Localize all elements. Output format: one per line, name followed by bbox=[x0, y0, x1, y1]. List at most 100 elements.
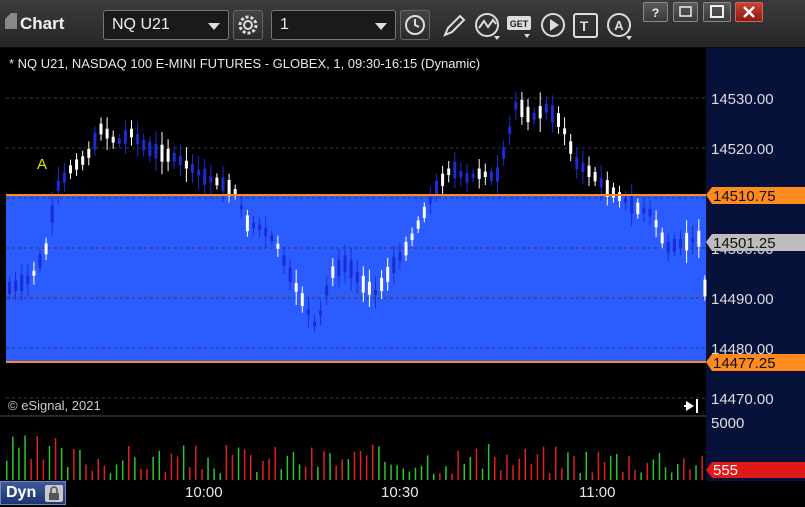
volume-bar bbox=[542, 446, 545, 480]
candle-body bbox=[111, 136, 115, 143]
volume-bar bbox=[439, 473, 441, 480]
candle-body bbox=[50, 205, 54, 223]
volume-bar bbox=[304, 466, 307, 480]
candle-body bbox=[184, 160, 188, 169]
volume-bar bbox=[256, 472, 258, 480]
candle-body bbox=[453, 161, 457, 179]
volume-bar bbox=[494, 456, 496, 480]
volume-bar bbox=[12, 436, 14, 480]
volume-bar bbox=[317, 466, 319, 480]
volume-bar bbox=[634, 469, 636, 480]
volume-bar bbox=[646, 463, 648, 480]
interval-combo[interactable]: 1 bbox=[271, 10, 396, 40]
price-chart[interactable]: 14530.0014520.0014510.0014500.0014490.00… bbox=[0, 48, 805, 481]
volume-bar bbox=[121, 460, 124, 480]
toolbar: Chart NQ U21 1 GET T A ? bbox=[0, 0, 805, 48]
volume-bar bbox=[73, 448, 75, 480]
volume-bar bbox=[48, 446, 51, 480]
chevron-down-icon[interactable] bbox=[208, 23, 220, 30]
candle-body bbox=[355, 271, 359, 283]
candle-body bbox=[471, 173, 475, 178]
volume-bar bbox=[561, 468, 563, 480]
candle-body bbox=[325, 285, 329, 296]
candle-body bbox=[508, 126, 512, 134]
symbol-combo[interactable]: NQ U21 bbox=[103, 10, 229, 40]
settings-button[interactable] bbox=[233, 10, 263, 40]
candle-body bbox=[197, 170, 201, 176]
volume-bar bbox=[134, 457, 136, 480]
time-label-1030: 10:30 bbox=[381, 484, 419, 501]
interval-value: 1 bbox=[280, 16, 289, 33]
scroll-to-end-icon[interactable] bbox=[684, 399, 698, 413]
volume-bar bbox=[408, 471, 411, 480]
candle-body bbox=[8, 282, 11, 294]
candle-body bbox=[32, 270, 36, 276]
svg-text:?: ? bbox=[652, 6, 659, 20]
text-tool-icon[interactable]: T bbox=[572, 12, 600, 40]
volume-bar bbox=[164, 471, 167, 480]
close-button[interactable] bbox=[735, 2, 763, 22]
volume-flag[interactable]: 555 bbox=[706, 462, 805, 479]
volume-bar bbox=[115, 464, 118, 480]
alert-marker-label[interactable]: A bbox=[37, 156, 47, 173]
candle-body bbox=[441, 173, 445, 187]
candle-body bbox=[398, 252, 402, 262]
maximize-button[interactable] bbox=[703, 2, 731, 22]
volume-bar bbox=[475, 448, 478, 480]
pencil-draw-icon[interactable] bbox=[440, 12, 468, 40]
candle-body bbox=[93, 132, 97, 150]
lower-flag-text: 14477.25 bbox=[713, 355, 776, 372]
candle-body bbox=[526, 106, 530, 123]
dynamic-mode-button[interactable]: Dyn bbox=[0, 481, 66, 505]
candle-body bbox=[611, 187, 615, 198]
restore-button[interactable] bbox=[673, 2, 698, 22]
candle-body bbox=[374, 289, 377, 295]
lock-shape bbox=[49, 486, 59, 500]
candle-body bbox=[62, 172, 66, 183]
volume-bar bbox=[384, 461, 386, 480]
chart-area[interactable]: 14530.0014520.0014510.0014500.0014490.00… bbox=[0, 48, 805, 481]
candle-body bbox=[691, 238, 695, 243]
volume-bar bbox=[140, 468, 142, 480]
chart-header: * NQ U21, NASDAQ 100 E-MINI FUTURES - GL… bbox=[9, 56, 481, 71]
help-button[interactable]: ? bbox=[643, 2, 668, 22]
current-price-flag[interactable]: 14501.25 bbox=[706, 234, 805, 252]
volume-bar bbox=[500, 470, 502, 480]
window-title: Chart bbox=[20, 14, 65, 33]
volume-bar bbox=[536, 454, 539, 480]
candle-body bbox=[203, 168, 207, 185]
candle-body bbox=[630, 195, 634, 214]
volume-bar bbox=[677, 464, 679, 480]
get-data-icon[interactable]: GET bbox=[506, 12, 534, 40]
time-button[interactable] bbox=[400, 10, 430, 40]
candle-body bbox=[258, 224, 262, 230]
replay-play-icon[interactable] bbox=[540, 12, 568, 40]
volume-bar bbox=[146, 468, 148, 480]
volume-bar bbox=[585, 452, 587, 480]
volume-bar bbox=[658, 453, 661, 480]
candle-body bbox=[703, 279, 707, 297]
lower-level-flag[interactable]: 14477.25 bbox=[706, 354, 805, 372]
chevron-down-icon[interactable] bbox=[375, 23, 387, 30]
candle-body bbox=[313, 321, 316, 327]
alert-triangle-icon[interactable]: A bbox=[606, 12, 634, 40]
lock-icon[interactable] bbox=[45, 485, 63, 502]
volume-bars bbox=[6, 435, 703, 480]
volume-bar bbox=[555, 446, 557, 480]
clock-icon bbox=[405, 15, 425, 35]
volume-bar bbox=[280, 469, 282, 480]
study-wave-icon[interactable] bbox=[474, 12, 502, 40]
volume-bar bbox=[609, 455, 612, 480]
candle-body bbox=[685, 232, 689, 251]
upper-level-flag[interactable]: 14510.75 bbox=[706, 187, 805, 205]
candle-body bbox=[87, 148, 91, 158]
volume-bar bbox=[689, 469, 691, 480]
candle-body bbox=[38, 254, 42, 268]
volume-bar bbox=[487, 444, 490, 480]
svg-text:GET: GET bbox=[510, 19, 529, 29]
volume-bar bbox=[292, 452, 295, 480]
volume-bar bbox=[597, 451, 600, 480]
candle-body bbox=[410, 233, 414, 240]
chart-window: Chart NQ U21 1 GET T A ? 14530.00 14520.… bbox=[0, 0, 805, 507]
candle-body bbox=[300, 293, 304, 307]
